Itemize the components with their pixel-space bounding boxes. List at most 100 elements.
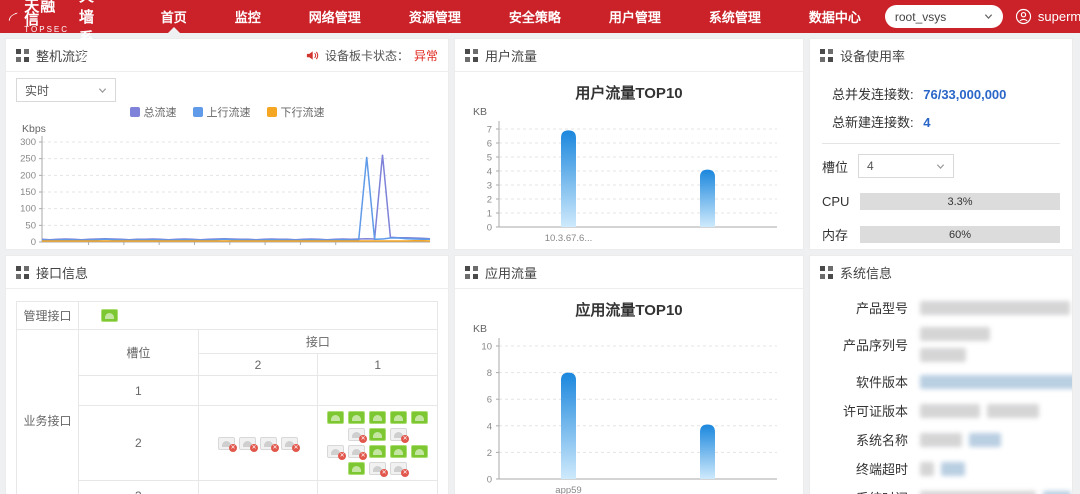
- interface-header: 接口: [198, 330, 437, 354]
- user-icon: [1015, 8, 1032, 25]
- speaker-alarm-icon[interactable]: [305, 48, 320, 63]
- panel-grid-icon: [820, 266, 833, 279]
- usage-meter-CPU: CPU 3.3%: [822, 193, 1060, 210]
- port-disconnected-icon[interactable]: [348, 428, 365, 441]
- main-menu: 首页 监控 网络管理 资源管理 安全策略 用户管理 系统管理 数据中心: [137, 0, 885, 33]
- svg-text:19:44:10: 19:44:10: [247, 248, 284, 250]
- svg-text:8: 8: [487, 368, 492, 379]
- port-connected-icon[interactable]: [390, 411, 407, 424]
- port-disconnected-icon[interactable]: [390, 428, 407, 441]
- interface-col-1: 1: [318, 354, 438, 376]
- port-connected-icon[interactable]: [327, 411, 344, 424]
- svg-text:7: 7: [487, 125, 492, 136]
- nav-item-data-center[interactable]: 数据中心: [785, 0, 885, 33]
- legend-item-up[interactable]: 上行流速: [193, 104, 251, 120]
- panel-grid-icon: [16, 266, 29, 279]
- svg-text:150: 150: [20, 187, 36, 198]
- panel-user-traffic: 用户流量 用户流量TOP10 KB0123456710.3.67.6...: [454, 38, 804, 250]
- panel-grid-icon: [465, 266, 478, 279]
- flow-mode-select[interactable]: 实时: [16, 78, 116, 102]
- panel-title: 接口信息: [36, 263, 88, 282]
- svg-text:100: 100: [20, 204, 36, 215]
- concurrent-conn-label: 总并发连接数:: [832, 87, 914, 102]
- system-info-row: 软件版本: [820, 372, 1062, 391]
- redacted-value: [920, 491, 1036, 494]
- usage-meters: CPU 3.3% 内存 60% 磁盘 2%: [822, 193, 1060, 250]
- slot-row-3: 3: [79, 481, 199, 494]
- port-disconnected-icon[interactable]: [218, 437, 235, 450]
- panel-device-usage: 设备使用率 总并发连接数: 76/33,000,000 总新建连接数: 4 槽位…: [809, 38, 1073, 250]
- svg-text:Kbps: Kbps: [22, 123, 46, 135]
- nav-item-system-mgmt[interactable]: 系统管理: [685, 0, 785, 33]
- port-connected-icon[interactable]: [369, 411, 386, 424]
- panel-title: 应用流量: [485, 263, 537, 282]
- redacted-value: [1043, 491, 1071, 494]
- app-traffic-chart-title: 应用流量TOP10: [455, 299, 803, 320]
- board-status-value: 异常: [414, 47, 438, 64]
- slot2-col2-ports: [198, 406, 318, 481]
- redacted-value: [920, 375, 1073, 389]
- legend-swatch: [267, 107, 277, 117]
- svg-text:300: 300: [20, 137, 36, 148]
- legend-item-down[interactable]: 下行流速: [267, 104, 325, 120]
- slot-select[interactable]: 4: [858, 154, 954, 178]
- port-connected-icon[interactable]: [411, 411, 428, 424]
- port-connected-icon[interactable]: [369, 428, 386, 441]
- port-connected-icon[interactable]: [390, 445, 407, 458]
- vsys-select[interactable]: root_vsys: [885, 5, 1003, 28]
- svg-text:5: 5: [487, 153, 492, 164]
- vsys-selected-value: root_vsys: [895, 10, 946, 24]
- redacted-value: [987, 404, 1039, 418]
- port-disconnected-icon[interactable]: [369, 462, 386, 475]
- port-disconnected-icon[interactable]: [348, 445, 365, 458]
- svg-text:10: 10: [481, 342, 492, 353]
- redacted-value: [920, 404, 980, 418]
- port-connected-icon[interactable]: [348, 411, 365, 424]
- svg-text:6: 6: [487, 395, 492, 406]
- svg-text:19:43:10: 19:43:10: [176, 248, 213, 250]
- nav-item-home[interactable]: 首页: [137, 0, 211, 33]
- system-info-row: 产品序列号: [820, 327, 1062, 362]
- redacted-value: [920, 433, 962, 447]
- port-connected-icon[interactable]: [348, 462, 365, 475]
- svg-text:0: 0: [487, 223, 492, 234]
- interface-col-2: 2: [198, 354, 318, 376]
- port-disconnected-icon[interactable]: [281, 437, 298, 450]
- system-info-list: 产品型号 产品序列号 软件版本 许可证版本 系统名称 终端超时 系统时间 运行: [810, 298, 1072, 494]
- top-nav: 天融信 TOPSEC 防火墙系统 首页 监控 网络管理 资源管理 安全策略 用户…: [0, 0, 1080, 33]
- legend-item-total[interactable]: 总流速: [130, 104, 177, 120]
- user-traffic-chart-title: 用户流量TOP10: [455, 82, 803, 103]
- brand-name-cn: 天融信: [24, 0, 69, 26]
- user-menu[interactable]: superman: [1015, 8, 1080, 25]
- nav-item-monitor[interactable]: 监控: [211, 0, 285, 33]
- redacted-value: [969, 433, 1001, 447]
- mgmt-ports-cell: [79, 302, 438, 330]
- port-disconnected-icon[interactable]: [390, 462, 407, 475]
- svg-text:19:41:40: 19:41:40: [70, 248, 107, 250]
- panel-grid-icon: [465, 49, 478, 62]
- new-conn-value: 4: [923, 115, 930, 130]
- port-connected-icon[interactable]: [411, 445, 428, 458]
- svg-text:50: 50: [25, 220, 36, 231]
- nav-item-security-policy[interactable]: 安全策略: [485, 0, 585, 33]
- nav-item-network[interactable]: 网络管理: [285, 0, 385, 33]
- slot-row-2: 2: [79, 406, 199, 481]
- svg-text:19:42:40: 19:42:40: [141, 248, 178, 250]
- port-disconnected-icon[interactable]: [260, 437, 277, 450]
- svg-text:KB: KB: [473, 106, 487, 118]
- flow-mode-selected: 实时: [25, 82, 49, 99]
- port-disconnected-icon[interactable]: [327, 445, 344, 458]
- panel-title: 用户流量: [485, 46, 537, 65]
- nav-item-user-mgmt[interactable]: 用户管理: [585, 0, 685, 33]
- port-connected-icon[interactable]: [369, 445, 386, 458]
- usage-meter-内存: 内存 60%: [822, 225, 1060, 244]
- port-disconnected-icon[interactable]: [239, 437, 256, 450]
- system-info-label: 软件版本: [820, 372, 908, 391]
- slot-row-1: 1: [79, 376, 199, 406]
- nav-item-resource[interactable]: 资源管理: [385, 0, 485, 33]
- svg-text:200: 200: [20, 170, 36, 181]
- app-traffic-bar-chart: KB0246810app59: [455, 320, 795, 494]
- system-info-row: 系统名称: [820, 430, 1062, 449]
- svg-text:19:42:10: 19:42:10: [105, 248, 142, 250]
- port-connected-icon[interactable]: [101, 309, 118, 322]
